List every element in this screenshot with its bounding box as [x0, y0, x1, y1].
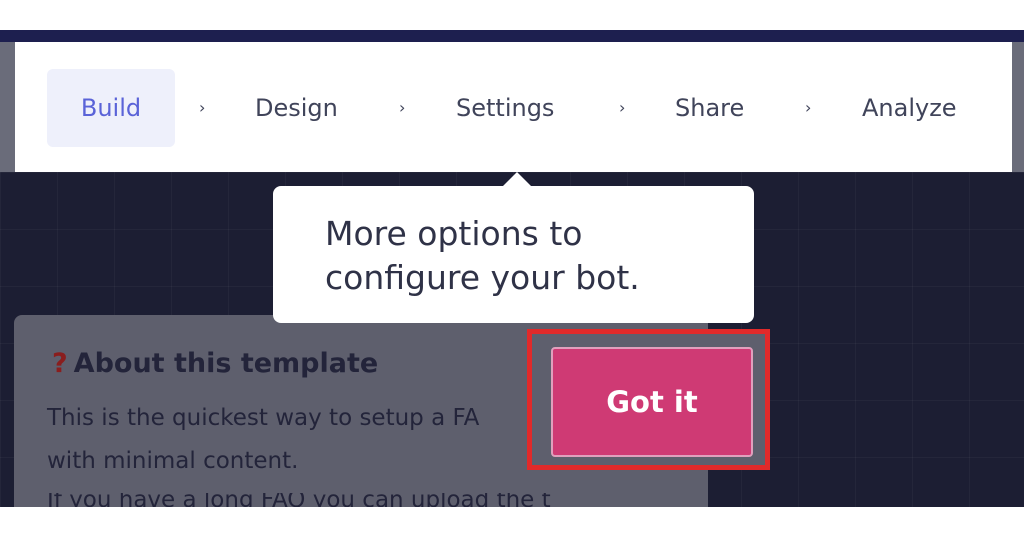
- about-description-line: with minimal content.: [47, 448, 299, 474]
- chevron-right-icon: ›: [399, 98, 406, 117]
- top-border: [0, 30, 1024, 42]
- tour-tooltip: More options to configure your bot.: [273, 172, 754, 323]
- tab-settings[interactable]: Settings: [456, 69, 554, 147]
- tab-analyze[interactable]: Analyze: [862, 69, 957, 147]
- got-it-button[interactable]: Got it: [551, 347, 753, 457]
- right-edge: [1012, 42, 1024, 172]
- tooltip-message: More options to configure your bot.: [325, 214, 640, 297]
- tab-design[interactable]: Design: [255, 69, 338, 147]
- step-navigation: Build › Design › Settings › Share › Anal…: [15, 42, 1012, 172]
- tooltip-arrow: [501, 172, 533, 188]
- tab-build[interactable]: Build: [47, 69, 175, 147]
- about-title-text: About this template: [73, 348, 379, 379]
- chevron-right-icon: ›: [805, 98, 812, 117]
- about-description-line: If you have a long FAQ you can upload th…: [47, 493, 551, 507]
- chevron-right-icon: ›: [199, 98, 206, 117]
- tab-share[interactable]: Share: [675, 69, 744, 147]
- tour-step-counter: 3/4: [705, 150, 742, 174]
- chevron-right-icon: ›: [619, 98, 626, 117]
- left-edge: [0, 42, 15, 172]
- about-title: ? About this template: [52, 348, 378, 379]
- about-description-line: This is the quickest way to setup a FA: [47, 405, 480, 431]
- question-icon: ?: [52, 348, 68, 379]
